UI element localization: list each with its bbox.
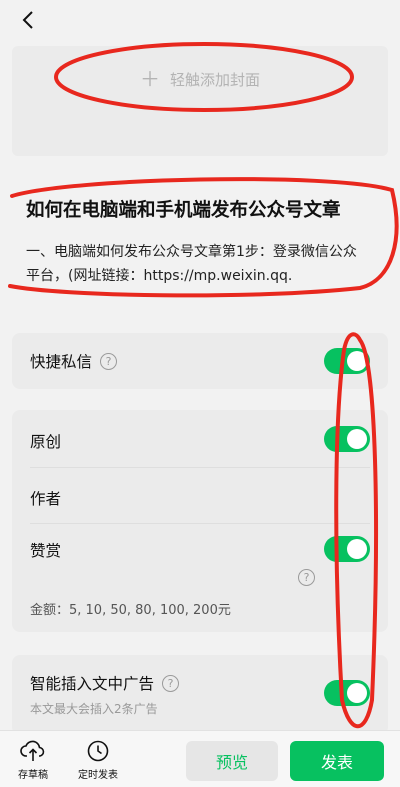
article-excerpt: 一、电脑端如何发布公众号文章第1步：登录微信公众 平台，(网址链接：https:… [26, 240, 376, 288]
divider [30, 467, 370, 468]
article-excerpt-line: 一、电脑端如何发布公众号文章第1步：登录微信公众 [26, 244, 357, 260]
original-label: 原创 [30, 433, 62, 451]
reward-label: 赞赏 [30, 542, 62, 560]
plus-icon: ＋ [139, 67, 160, 91]
reward-amounts: 金额：5, 10, 50, 80, 100, 200元 [30, 603, 231, 618]
reward-toggle[interactable] [324, 536, 370, 562]
back-button[interactable] [16, 8, 40, 32]
publish-button[interactable]: 发表 [290, 741, 384, 781]
original-row: 原创 [30, 430, 61, 452]
clock-icon [87, 740, 109, 762]
add-cover-button[interactable]: ＋ 轻触添加封面 [12, 64, 388, 94]
add-cover-label: 轻触添加封面 [169, 70, 260, 89]
smart-ads-label: 智能插入文中广告 [30, 675, 155, 693]
cloud-upload-icon [20, 740, 45, 761]
schedule-label: 定时发表 [78, 770, 118, 781]
article-title: 如何在电脑端和手机端发布公众号文章 [26, 200, 341, 221]
cover-area: ＋ 轻触添加封面 [12, 46, 388, 156]
reward-row: 赞赏 [30, 539, 61, 561]
chevron-left-icon [22, 11, 33, 29]
article-excerpt-line: 平台，(网址链接：https://mp.weixin.qq. [26, 268, 293, 284]
schedule-publish-button[interactable]: 定时发表 [68, 739, 128, 783]
help-icon[interactable]: ? [162, 674, 180, 692]
smart-ads-row: 智能插入文中广告 ? [30, 672, 180, 694]
author-label: 作者 [30, 490, 62, 508]
bottom-bar: 存草稿 定时发表 预览 发表 [0, 730, 400, 787]
smart-ads-note: 本文最大会插入2条广告 [30, 702, 158, 716]
save-draft-label: 存草稿 [18, 770, 48, 781]
author-row[interactable]: 作者 [30, 487, 61, 509]
help-icon[interactable]: ? [100, 352, 118, 370]
original-toggle[interactable] [324, 426, 370, 452]
article-preview[interactable]: 如何在电脑端和手机端发布公众号文章 一、电脑端如何发布公众号文章第1步：登录微信… [0, 168, 400, 304]
smart-ads-toggle[interactable] [324, 680, 370, 706]
quick-message-row: 快捷私信 ? [30, 350, 118, 372]
save-draft-button[interactable]: 存草稿 [3, 739, 63, 783]
quick-message-label: 快捷私信 [30, 353, 93, 371]
reward-help-icon[interactable]: ? [298, 569, 315, 586]
quick-message-toggle[interactable] [324, 348, 370, 374]
quick-message-card: 快捷私信 ? [12, 333, 388, 389]
top-bar [0, 0, 400, 40]
smart-ads-card: 智能插入文中广告 ? 本文最大会插入2条广告 [12, 655, 388, 735]
preview-button[interactable]: 预览 [186, 741, 278, 781]
divider [30, 523, 370, 524]
publish-options-card: 原创 作者 赞赏 ? 金额：5, 10, 50, 80, 100, 200元 [12, 410, 388, 632]
